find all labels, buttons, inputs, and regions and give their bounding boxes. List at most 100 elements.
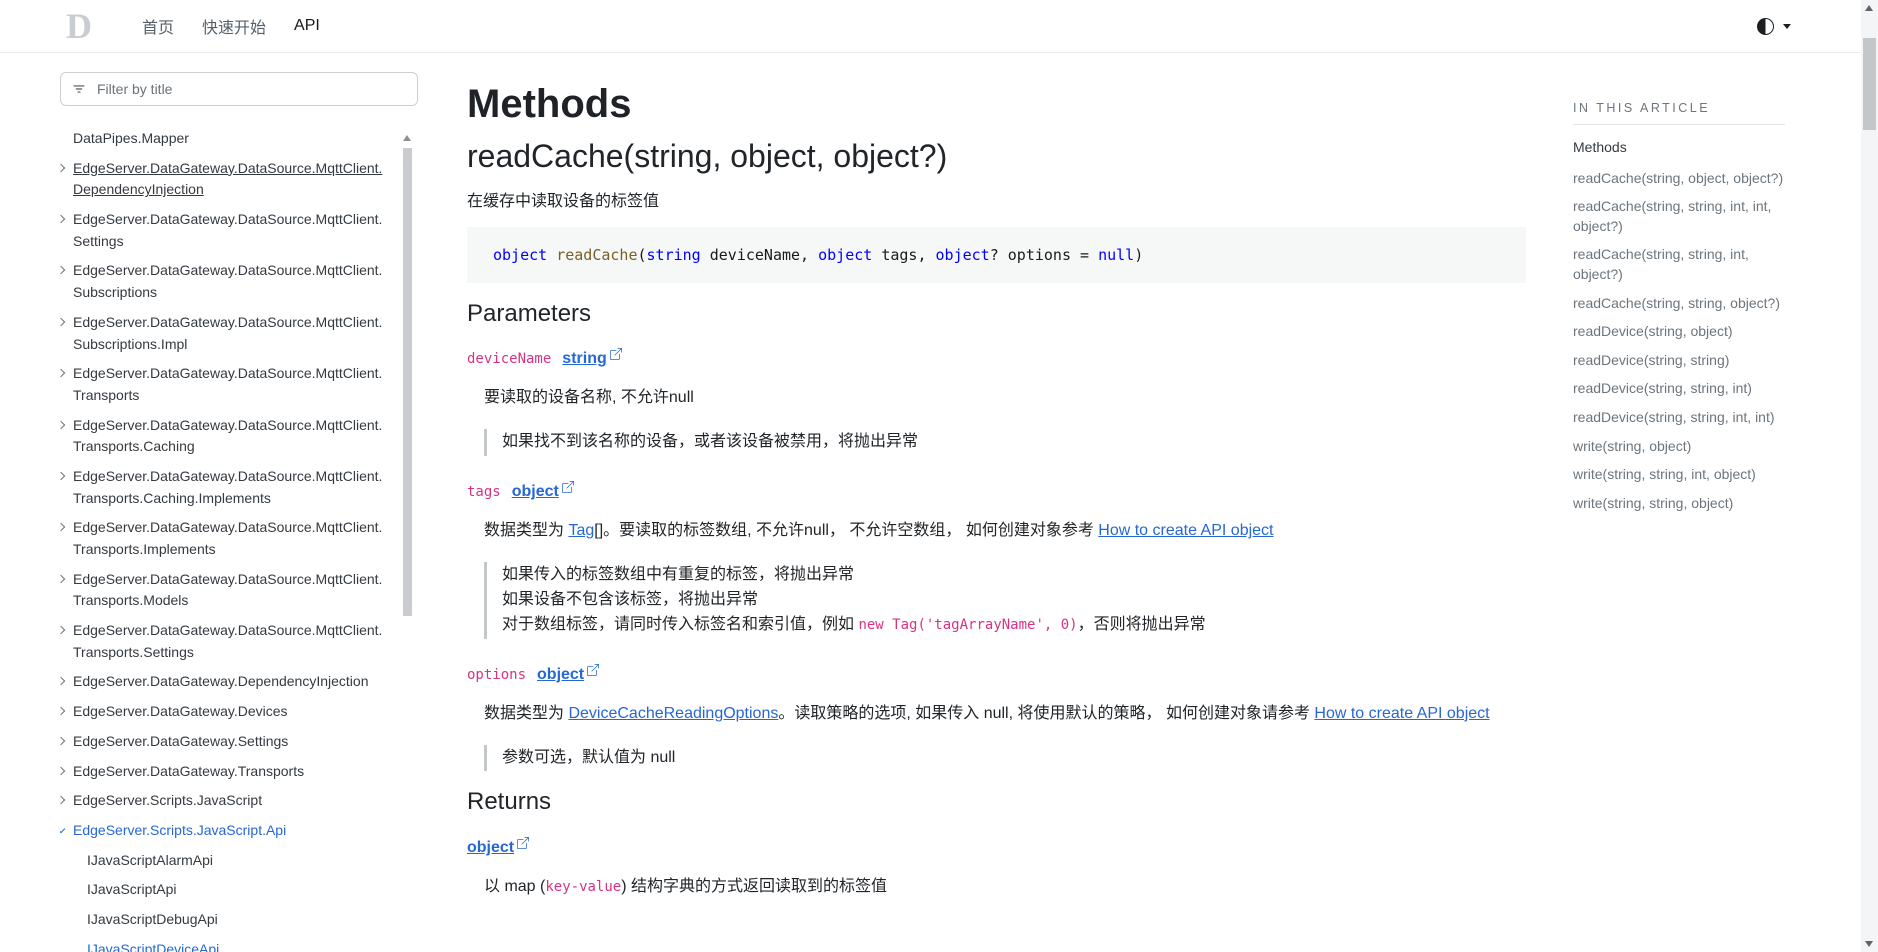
browser-scrollbar[interactable] bbox=[1861, 0, 1878, 952]
tree-item-link[interactable]: IJavaScriptAlarmApi bbox=[87, 852, 213, 868]
tree-item-link[interactable]: EdgeServer.​DataGateway.​DataSource.​Mqt… bbox=[73, 417, 382, 455]
tree-item: EdgeServer.​DataGateway.​DataSource.​Mqt… bbox=[60, 620, 390, 663]
nav-link[interactable]: 快速开始 bbox=[190, 8, 278, 44]
tree-item-link[interactable]: EdgeServer.​DataGateway.​Devices bbox=[73, 703, 288, 719]
chevron-right-icon[interactable] bbox=[60, 734, 69, 750]
affix-link[interactable]: readCache(string, string, int, object?) bbox=[1573, 246, 1749, 282]
chevron-right-icon[interactable] bbox=[60, 764, 69, 780]
chevron-right-icon[interactable] bbox=[60, 793, 69, 809]
tree-item-link[interactable]: EdgeServer.​DataGateway.​DataSource.​Mqt… bbox=[73, 211, 382, 249]
chevron-right-icon[interactable] bbox=[60, 366, 69, 382]
chevron-right-icon[interactable] bbox=[60, 469, 69, 485]
parameters-heading: Parameters bbox=[467, 299, 1526, 329]
tree-item-link[interactable]: EdgeServer.​DataGateway.​DependencyInjec… bbox=[73, 673, 368, 689]
tree-item-link[interactable]: EdgeServer.​Scripts.​JavaScript bbox=[73, 792, 262, 808]
affix-item: write(string, string, int, object) bbox=[1573, 465, 1785, 485]
tree-item-link[interactable]: EdgeServer.​DataGateway.​Transports bbox=[73, 763, 304, 779]
affix-link[interactable]: readDevice(string, string) bbox=[1573, 352, 1729, 368]
affix-list: Methods readCache(string, object, object?… bbox=[1573, 138, 1785, 513]
filter-box bbox=[60, 72, 418, 106]
param-type-link[interactable]: string bbox=[562, 350, 621, 368]
filter-icon bbox=[72, 82, 86, 96]
tree-item-link[interactable]: EdgeServer.​DataGateway.​DataSource.​Mqt… bbox=[73, 571, 382, 609]
returns-signature: object bbox=[467, 839, 1526, 857]
filter-input[interactable] bbox=[95, 80, 406, 98]
inline-link[interactable]: DeviceCacheReadingOptions bbox=[568, 705, 778, 722]
tree-item-link[interactable]: EdgeServer.​DataGateway.​DataSource.​Mqt… bbox=[73, 519, 382, 557]
param-note-line: 参数可选，默认值为 null bbox=[502, 746, 1526, 771]
nav-link[interactable]: API bbox=[282, 11, 332, 41]
tree-item-link[interactable]: EdgeServer.​Scripts.​JavaScript.​Api bbox=[73, 822, 286, 838]
returns-heading: Returns bbox=[467, 787, 1526, 817]
affix-item: readCache(string, string, int, object?) bbox=[1573, 245, 1785, 284]
theme-half-circle-icon bbox=[1757, 18, 1774, 35]
tree-item-link[interactable]: EdgeServer.​DataGateway.​DataSource.​Mqt… bbox=[73, 468, 382, 506]
param-type-link[interactable]: object bbox=[537, 666, 599, 684]
sidebar-scrollbar-thumb[interactable] bbox=[403, 148, 412, 616]
affix-link[interactable]: readDevice(string, string, int) bbox=[1573, 380, 1752, 396]
affix-item: readCache(string, object, object?) bbox=[1573, 169, 1785, 189]
nav-link[interactable]: 首页 bbox=[130, 8, 186, 44]
tree-item-link[interactable]: IJavaScriptDebugApi bbox=[87, 911, 218, 927]
theme-toggle-button[interactable] bbox=[1753, 14, 1795, 39]
inline-link[interactable]: How to create API object bbox=[1098, 522, 1273, 539]
tree-item-link[interactable]: EdgeServer.​DataGateway.​DataSource.​Mqt… bbox=[73, 365, 382, 403]
param-note-line: 如果传入的标签数组中有重复的标签，将抛出异常 bbox=[502, 563, 1526, 588]
scrollbar-thumb[interactable] bbox=[1863, 38, 1876, 130]
chevron-right-icon[interactable] bbox=[60, 704, 69, 720]
page: D 首页快速开始API DataPipes.​Mapper EdgeServer.… bbox=[0, 0, 1861, 952]
tree-item-link[interactable]: EdgeServer.​DataGateway.​DataSource.​Mqt… bbox=[73, 622, 382, 660]
chevron-right-icon[interactable] bbox=[60, 212, 69, 228]
tree-item-link[interactable]: EdgeServer.​DataGateway.​Settings bbox=[73, 733, 288, 749]
sidebar-scrollbar-up-arrow-icon[interactable] bbox=[403, 135, 411, 141]
chevron-right-icon[interactable] bbox=[60, 263, 69, 279]
parameter-signature: options object bbox=[467, 666, 1526, 684]
tree-item-link[interactable]: IJavaScriptApi bbox=[87, 881, 176, 897]
page-title: Methods bbox=[467, 80, 1526, 128]
affix-link[interactable]: write(string, string, object) bbox=[1573, 495, 1733, 511]
inline-link[interactable]: Tag bbox=[568, 522, 594, 539]
returns-paragraph: 以 map (key-value) 结构字典的方式返回读取到的标签值 bbox=[484, 875, 1526, 899]
external-link-icon bbox=[517, 837, 529, 849]
param-name-code: options bbox=[467, 667, 526, 683]
affix-link[interactable]: write(string, string, int, object) bbox=[1573, 466, 1756, 482]
param-type-link[interactable]: object bbox=[512, 483, 574, 501]
parameter-section: optionsobject数据类型为 DeviceCacheReadingOpt… bbox=[467, 666, 1526, 772]
tree-item: EdgeServer.​DataGateway.​Devices bbox=[60, 701, 390, 723]
tree-item-link[interactable]: EdgeServer.​DataGateway.​DataSource.​Mqt… bbox=[73, 160, 382, 198]
affix-link[interactable]: readDevice(string, string, int, int) bbox=[1573, 409, 1775, 425]
tree-item-link[interactable]: IJavaScriptDeviceApi bbox=[87, 941, 219, 952]
chevron-right-icon[interactable] bbox=[60, 418, 69, 434]
affix-title: IN THIS ARTICLE bbox=[1573, 101, 1785, 125]
namespace-tree-wrap: DataPipes.​Mapper EdgeServer.​DataGateway… bbox=[60, 122, 418, 952]
affix-link[interactable]: readCache(string, string, int, int, obje… bbox=[1573, 198, 1771, 234]
param-type-link[interactable]: object bbox=[467, 839, 529, 857]
tree-item-link[interactable]: EdgeServer.​DataGateway.​DataSource.​Mqt… bbox=[73, 262, 382, 300]
chevron-right-icon[interactable] bbox=[60, 520, 69, 536]
tree-item-link[interactable]: DataPipes.​Mapper bbox=[73, 130, 189, 146]
navbar: D 首页快速开始API bbox=[0, 0, 1861, 53]
chevron-right-icon[interactable] bbox=[60, 623, 69, 639]
scrollbar-down-arrow-icon[interactable] bbox=[1861, 936, 1878, 952]
affix-item: readCache(string, string, int, int, obje… bbox=[1573, 197, 1785, 236]
chevron-right-icon[interactable] bbox=[60, 161, 69, 177]
chevron-right-icon[interactable] bbox=[60, 674, 69, 690]
tree-item-link[interactable]: EdgeServer.​DataGateway.​DataSource.​Mqt… bbox=[73, 314, 382, 352]
chevron-right-icon[interactable] bbox=[60, 572, 69, 588]
affix-link[interactable]: Methods bbox=[1573, 139, 1627, 155]
tree-item: EdgeServer.​DataGateway.​DataSource.​Mqt… bbox=[60, 569, 390, 612]
tree-item: EdgeServer.​DataGateway.​DataSource.​Mqt… bbox=[60, 517, 390, 560]
chevron-right-icon[interactable] bbox=[60, 315, 69, 331]
scrollbar-up-arrow-icon[interactable] bbox=[1861, 0, 1878, 16]
affix-link[interactable]: readCache(string, string, object?) bbox=[1573, 295, 1780, 311]
affix-link[interactable]: write(string, object) bbox=[1573, 438, 1691, 454]
affix-link[interactable]: readCache(string, object, object?) bbox=[1573, 170, 1783, 186]
inline-link[interactable]: How to create API object bbox=[1314, 705, 1489, 722]
parameter-section: deviceNamestring要读取的设备名称, 不允许null如果找不到该名… bbox=[467, 350, 1526, 456]
tree-item: EdgeServer.​DataGateway.​Transports bbox=[60, 761, 390, 783]
site-logo[interactable]: D bbox=[66, 8, 92, 44]
chevron-down-icon[interactable] bbox=[60, 823, 69, 839]
sidebar-scrollbar[interactable] bbox=[403, 122, 412, 682]
code-block: object readCache(string deviceName, obje… bbox=[467, 227, 1526, 283]
affix-link[interactable]: readDevice(string, object) bbox=[1573, 323, 1733, 339]
